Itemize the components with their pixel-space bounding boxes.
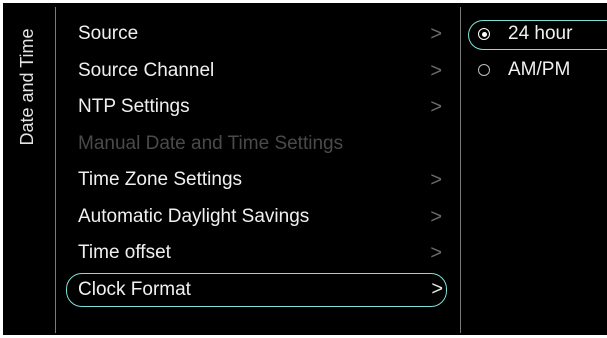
- menu-item-label: Source: [78, 23, 139, 44]
- menu-item-automatic-daylight-savings[interactable]: Automatic Daylight Savings >: [63, 199, 447, 236]
- menu-item-label: Time offset: [78, 242, 171, 263]
- divider-left: [55, 7, 56, 333]
- menu-item-time-zone-settings[interactable]: Time Zone Settings >: [63, 162, 447, 199]
- option-label: AM/PM: [508, 59, 571, 80]
- menu-item-label: Automatic Daylight Savings: [78, 205, 310, 227]
- menu-item-ntp-settings[interactable]: NTP Settings >: [63, 89, 447, 126]
- radio-unchecked-icon: [478, 64, 490, 76]
- section-title: Date and Time: [17, 28, 37, 146]
- menu-item-manual-date-time: Manual Date and Time Settings: [63, 126, 447, 163]
- settings-menu: Source > Source Channel > NTP Settings >…: [63, 16, 447, 307]
- option-am-pm[interactable]: AM/PM: [468, 56, 607, 86]
- chevron-right-icon: >: [430, 205, 442, 228]
- chevron-right-icon: >: [430, 169, 442, 191]
- option-24-hour[interactable]: 24 hour: [468, 20, 607, 50]
- menu-item-label: Manual Date and Time Settings: [78, 132, 344, 154]
- chevron-right-icon: >: [430, 23, 442, 45]
- settings-screen: Date and Time Source > Source Channel > …: [3, 3, 607, 335]
- divider-right: [460, 7, 461, 333]
- clock-format-options: 24 hour AM/PM: [468, 20, 607, 92]
- menu-item-label: Clock Format: [78, 278, 191, 300]
- menu-item-source-channel[interactable]: Source Channel >: [63, 53, 447, 90]
- chevron-right-icon: >: [430, 242, 442, 264]
- chevron-right-icon: >: [430, 96, 442, 118]
- menu-item-label: NTP Settings: [78, 96, 190, 117]
- chevron-right-icon: >: [431, 277, 443, 300]
- menu-item-time-offset[interactable]: Time offset >: [63, 235, 447, 272]
- menu-item-source[interactable]: Source >: [63, 16, 447, 53]
- chevron-right-icon: >: [430, 59, 442, 82]
- menu-item-clock-format[interactable]: Clock Format >: [66, 272, 447, 307]
- radio-checked-icon: [478, 28, 490, 40]
- option-label: 24 hour: [508, 23, 573, 44]
- menu-item-label: Source Channel: [78, 59, 215, 81]
- menu-item-label: Time Zone Settings: [78, 169, 243, 190]
